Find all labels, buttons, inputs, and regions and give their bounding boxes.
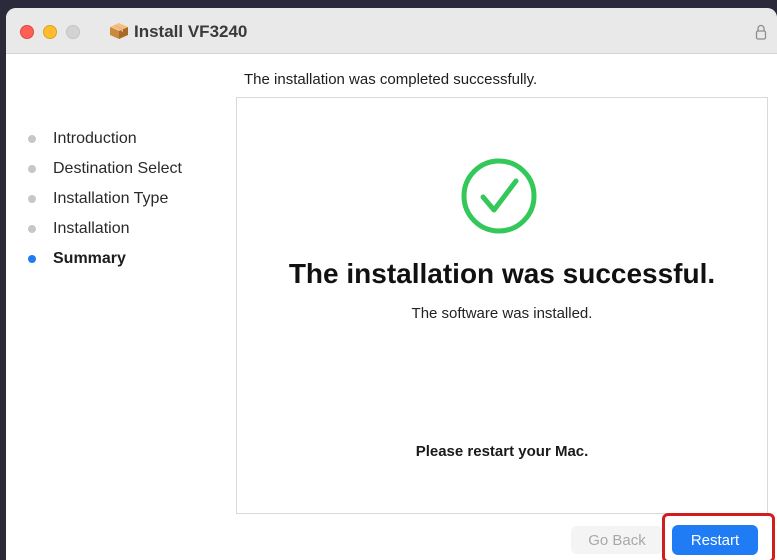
step-dot-icon [28, 225, 36, 233]
window-title: Install VF3240 [134, 22, 248, 41]
step-label: Summary [53, 250, 126, 267]
step-label: Introduction [53, 130, 137, 147]
success-title: The installation was successful. [288, 258, 716, 289]
package-icon [110, 23, 128, 39]
close-button[interactable] [20, 25, 34, 39]
step-dot-icon [28, 165, 36, 173]
step-label: Destination Select [53, 160, 182, 177]
title-bar: Install VF3240 [6, 8, 777, 54]
step-label: Installation Type [53, 190, 169, 207]
minimize-button[interactable] [43, 25, 57, 39]
summary-panel: The installation was successful. The sof… [236, 97, 768, 514]
checkmark-circle-icon [461, 158, 537, 234]
status-header: The installation was completed successfu… [244, 71, 538, 88]
sidebar-step-installation: Installation [28, 214, 182, 244]
installer-window: Install VF3240 The installation was comp… [6, 8, 777, 560]
lock-icon [755, 24, 767, 40]
step-sidebar: Introduction Destination Select Installa… [28, 124, 182, 274]
sidebar-step-destination-select: Destination Select [28, 154, 182, 184]
sidebar-step-introduction: Introduction [28, 124, 182, 154]
success-subtitle: The software was installed. [411, 305, 593, 322]
step-dot-icon [28, 135, 36, 143]
step-dot-icon [28, 195, 36, 203]
restart-button[interactable]: Restart [672, 525, 758, 555]
go-back-button[interactable]: Go Back [571, 526, 663, 554]
step-label: Installation [53, 220, 130, 237]
restart-message: Please restart your Mac. [415, 443, 589, 460]
sidebar-step-installation-type: Installation Type [28, 184, 182, 214]
zoom-button[interactable] [66, 25, 80, 39]
sidebar-step-summary: Summary [28, 244, 182, 274]
step-dot-icon [28, 255, 36, 263]
